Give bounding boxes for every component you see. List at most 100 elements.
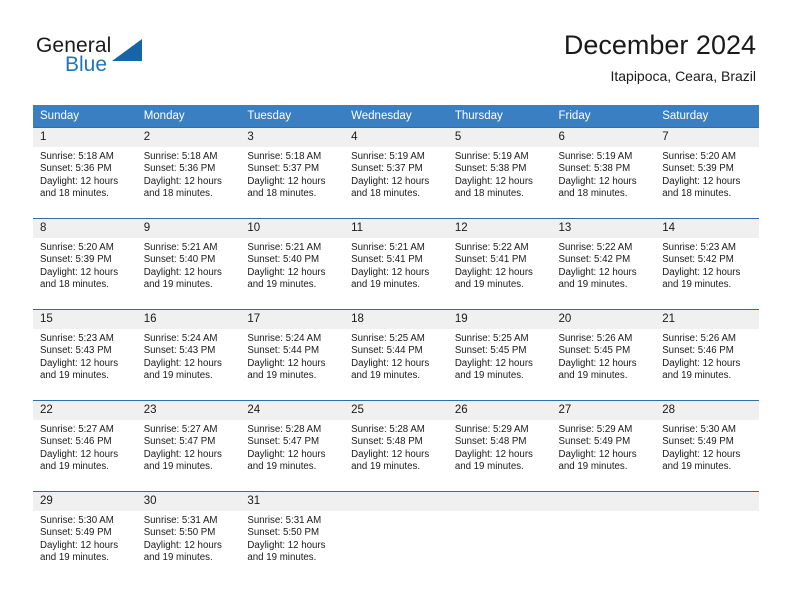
weekday-header-sunday: Sunday bbox=[33, 105, 137, 128]
daylight-text: Daylight: 12 hours and 19 minutes. bbox=[351, 448, 430, 473]
weekday-header-thursday: Thursday bbox=[447, 105, 552, 128]
day-number: 25 bbox=[344, 401, 448, 420]
weekday-header-monday: Monday bbox=[136, 105, 241, 128]
day-cell[interactable]: 20 Sunrise: 5:26 AM Sunset: 5:45 PM Dayl… bbox=[551, 309, 656, 401]
daylight-text: Daylight: 12 hours and 18 minutes. bbox=[40, 175, 119, 200]
sunrise-text: Sunrise: 5:22 AM bbox=[454, 242, 529, 253]
weekday-header-tuesday: Tuesday bbox=[240, 105, 345, 128]
sunrise-text: Sunrise: 5:29 AM bbox=[558, 424, 633, 435]
daylight-text: Daylight: 12 hours and 19 minutes. bbox=[454, 266, 533, 291]
day-cell[interactable]: 30 Sunrise: 5:31 AM Sunset: 5:50 PM Dayl… bbox=[136, 491, 241, 582]
weekday-header-friday: Friday bbox=[551, 105, 656, 128]
day-cell[interactable]: 2 Sunrise: 5:18 AM Sunset: 5:36 PM Dayli… bbox=[136, 127, 241, 219]
day-details: Sunrise: 5:26 AM Sunset: 5:46 PM Dayligh… bbox=[655, 329, 759, 400]
day-cell[interactable]: 31 Sunrise: 5:31 AM Sunset: 5:50 PM Dayl… bbox=[240, 491, 345, 582]
day-cell[interactable]: 16 Sunrise: 5:24 AM Sunset: 5:43 PM Dayl… bbox=[136, 309, 241, 401]
daylight-text: Daylight: 12 hours and 19 minutes. bbox=[143, 357, 222, 382]
day-number: 2 bbox=[136, 128, 241, 147]
day-cell[interactable]: 26 Sunrise: 5:29 AM Sunset: 5:48 PM Dayl… bbox=[447, 400, 552, 492]
day-cell[interactable]: 22 Sunrise: 5:27 AM Sunset: 5:46 PM Dayl… bbox=[33, 400, 137, 492]
calendar-body: 1 Sunrise: 5:18 AM Sunset: 5:36 PM Dayli… bbox=[33, 127, 759, 582]
day-cell[interactable]: 8 Sunrise: 5:20 AM Sunset: 5:39 PM Dayli… bbox=[33, 218, 137, 310]
daylight-text: Daylight: 12 hours and 19 minutes. bbox=[40, 357, 119, 382]
day-details bbox=[344, 511, 448, 582]
day-cell[interactable]: 4 Sunrise: 5:19 AM Sunset: 5:37 PM Dayli… bbox=[344, 127, 448, 219]
day-details: Sunrise: 5:25 AM Sunset: 5:45 PM Dayligh… bbox=[448, 329, 552, 400]
day-cell[interactable]: 3 Sunrise: 5:18 AM Sunset: 5:37 PM Dayli… bbox=[240, 127, 345, 219]
weekday-header-saturday: Saturday bbox=[655, 105, 759, 128]
day-cell[interactable]: 19 Sunrise: 5:25 AM Sunset: 5:45 PM Dayl… bbox=[447, 309, 552, 401]
day-cell[interactable]: 12 Sunrise: 5:22 AM Sunset: 5:41 PM Dayl… bbox=[447, 218, 552, 310]
day-cell[interactable]: 24 Sunrise: 5:28 AM Sunset: 5:47 PM Dayl… bbox=[240, 400, 345, 492]
sunset-text: Sunset: 5:38 PM bbox=[454, 163, 527, 175]
calendar-week-row: 8 Sunrise: 5:20 AM Sunset: 5:39 PM Dayli… bbox=[33, 218, 759, 310]
daylight-text: Daylight: 12 hours and 18 minutes. bbox=[247, 175, 326, 200]
sunset-text: Sunset: 5:43 PM bbox=[40, 345, 112, 357]
day-cell[interactable]: 21 Sunrise: 5:26 AM Sunset: 5:46 PM Dayl… bbox=[655, 309, 759, 401]
day-number: 14 bbox=[655, 219, 759, 238]
day-number bbox=[344, 492, 448, 511]
day-cell[interactable]: 15 Sunrise: 5:23 AM Sunset: 5:43 PM Dayl… bbox=[33, 309, 137, 401]
sunset-text: Sunset: 5:41 PM bbox=[454, 254, 527, 266]
day-cell[interactable]: 27 Sunrise: 5:29 AM Sunset: 5:49 PM Dayl… bbox=[551, 400, 656, 492]
sunset-text: Sunset: 5:50 PM bbox=[143, 527, 216, 539]
daylight-text: Daylight: 12 hours and 19 minutes. bbox=[247, 357, 326, 382]
sunrise-text: Sunrise: 5:31 AM bbox=[247, 515, 322, 526]
day-cell[interactable]: 14 Sunrise: 5:23 AM Sunset: 5:42 PM Dayl… bbox=[655, 218, 759, 310]
page-header: General Blue December 2024 Itapipoca, Ce… bbox=[0, 0, 792, 96]
sunset-text: Sunset: 5:40 PM bbox=[143, 254, 216, 266]
daylight-text: Daylight: 12 hours and 19 minutes. bbox=[247, 448, 326, 473]
day-cell[interactable]: 5 Sunrise: 5:19 AM Sunset: 5:38 PM Dayli… bbox=[447, 127, 552, 219]
sunrise-text: Sunrise: 5:25 AM bbox=[454, 333, 529, 344]
day-details: Sunrise: 5:21 AM Sunset: 5:40 PM Dayligh… bbox=[240, 238, 344, 309]
sunset-text: Sunset: 5:43 PM bbox=[143, 345, 216, 357]
day-cell[interactable]: 10 Sunrise: 5:21 AM Sunset: 5:40 PM Dayl… bbox=[240, 218, 345, 310]
sunrise-text: Sunrise: 5:23 AM bbox=[40, 333, 114, 344]
day-number: 16 bbox=[136, 310, 241, 329]
day-cell[interactable]: 1 Sunrise: 5:18 AM Sunset: 5:36 PM Dayli… bbox=[33, 127, 137, 219]
day-number: 23 bbox=[136, 401, 241, 420]
day-cell[interactable]: 7 Sunrise: 5:20 AM Sunset: 5:39 PM Dayli… bbox=[655, 127, 759, 219]
logo-triangle-icon bbox=[112, 39, 142, 61]
sunset-text: Sunset: 5:42 PM bbox=[558, 254, 631, 266]
daylight-text: Daylight: 12 hours and 19 minutes. bbox=[247, 539, 326, 564]
day-number bbox=[551, 492, 656, 511]
sunset-text: Sunset: 5:39 PM bbox=[40, 254, 112, 266]
sunset-text: Sunset: 5:39 PM bbox=[662, 163, 734, 175]
day-cell-empty bbox=[655, 491, 759, 582]
page-subtitle: Itapipoca, Ceara, Brazil bbox=[610, 68, 756, 84]
sunset-text: Sunset: 5:46 PM bbox=[662, 345, 734, 357]
day-cell[interactable]: 17 Sunrise: 5:24 AM Sunset: 5:44 PM Dayl… bbox=[240, 309, 345, 401]
page-title: December 2024 bbox=[563, 30, 756, 60]
day-number bbox=[655, 492, 759, 511]
day-cell[interactable]: 25 Sunrise: 5:28 AM Sunset: 5:48 PM Dayl… bbox=[344, 400, 448, 492]
day-details: Sunrise: 5:27 AM Sunset: 5:46 PM Dayligh… bbox=[33, 420, 137, 491]
day-cell[interactable]: 13 Sunrise: 5:22 AM Sunset: 5:42 PM Dayl… bbox=[551, 218, 656, 310]
day-number bbox=[447, 492, 552, 511]
day-details: Sunrise: 5:18 AM Sunset: 5:36 PM Dayligh… bbox=[33, 147, 137, 218]
day-cell[interactable]: 28 Sunrise: 5:30 AM Sunset: 5:49 PM Dayl… bbox=[655, 400, 759, 492]
day-number: 24 bbox=[240, 401, 345, 420]
day-details bbox=[655, 511, 759, 582]
sunrise-text: Sunrise: 5:21 AM bbox=[351, 242, 425, 253]
sunrise-text: Sunrise: 5:26 AM bbox=[662, 333, 736, 344]
general-blue-logo[interactable]: General Blue bbox=[36, 34, 176, 86]
day-cell[interactable]: 29 Sunrise: 5:30 AM Sunset: 5:49 PM Dayl… bbox=[33, 491, 137, 582]
day-number: 1 bbox=[33, 128, 137, 147]
sunset-text: Sunset: 5:36 PM bbox=[40, 163, 112, 175]
daylight-text: Daylight: 12 hours and 19 minutes. bbox=[662, 357, 741, 382]
calendar-week-row: 29 Sunrise: 5:30 AM Sunset: 5:49 PM Dayl… bbox=[33, 491, 759, 582]
day-cell[interactable]: 11 Sunrise: 5:21 AM Sunset: 5:41 PM Dayl… bbox=[344, 218, 448, 310]
day-cell[interactable]: 18 Sunrise: 5:25 AM Sunset: 5:44 PM Dayl… bbox=[344, 309, 448, 401]
day-cell[interactable]: 6 Sunrise: 5:19 AM Sunset: 5:38 PM Dayli… bbox=[551, 127, 656, 219]
day-cell[interactable]: 9 Sunrise: 5:21 AM Sunset: 5:40 PM Dayli… bbox=[136, 218, 241, 310]
day-details: Sunrise: 5:23 AM Sunset: 5:43 PM Dayligh… bbox=[33, 329, 137, 400]
day-cell[interactable]: 23 Sunrise: 5:27 AM Sunset: 5:47 PM Dayl… bbox=[136, 400, 241, 492]
sunset-text: Sunset: 5:37 PM bbox=[351, 163, 423, 175]
sunset-text: Sunset: 5:45 PM bbox=[454, 345, 527, 357]
sunrise-text: Sunrise: 5:25 AM bbox=[351, 333, 425, 344]
sunset-text: Sunset: 5:49 PM bbox=[558, 436, 631, 448]
day-number: 8 bbox=[33, 219, 137, 238]
calendar-header-row: Sunday Monday Tuesday Wednesday Thursday… bbox=[33, 105, 759, 128]
daylight-text: Daylight: 12 hours and 19 minutes. bbox=[662, 266, 741, 291]
